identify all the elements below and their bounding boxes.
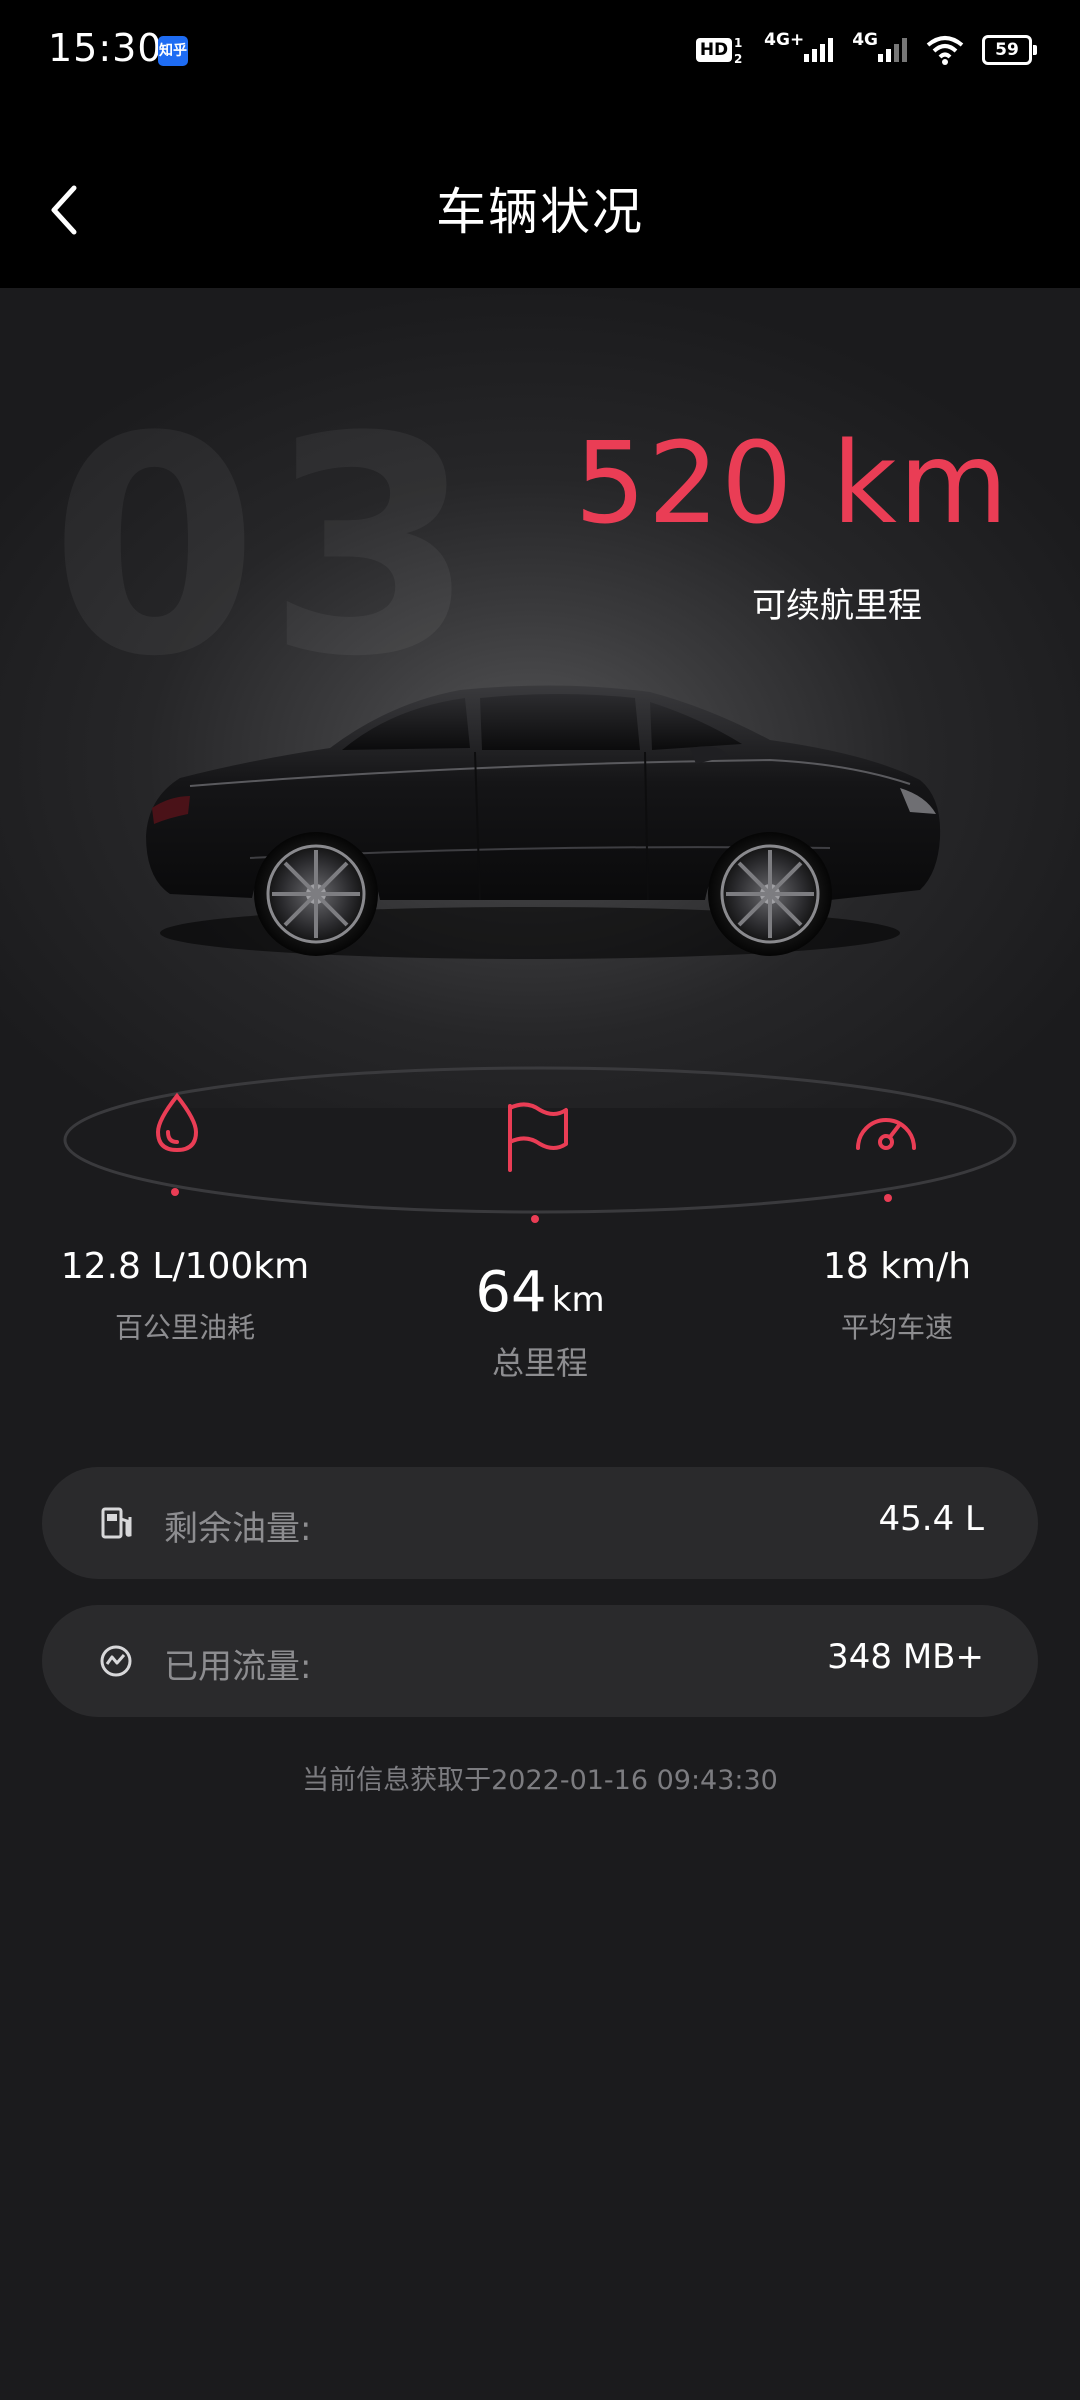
status-time: 15:30 [48, 26, 163, 70]
range-label: 可续航里程 [752, 586, 922, 626]
model-watermark: 03 [50, 373, 484, 722]
signal-bars-icon [804, 38, 834, 62]
avg-speed-label: 平均车速 [840, 1311, 953, 1344]
fuel-remaining-row: 剩余油量: 45.4 L [42, 1467, 1038, 1579]
sim-index-icon: 1 2 [734, 36, 742, 65]
status-indicators: HD 1 2 1 2 4G+ 4G [695, 28, 1037, 72]
network-type-1: 4G+ [764, 30, 805, 50]
signal-bars-icon [878, 38, 907, 62]
hd-badge: HD [695, 38, 733, 62]
fuel-pump-icon [101, 1507, 132, 1539]
drop-icon [155, 1092, 199, 1153]
flag-icon [508, 1102, 568, 1172]
svg-text:1: 1 [734, 36, 742, 50]
battery-indicator: 59 [982, 35, 1037, 65]
svg-text:2: 2 [734, 52, 742, 65]
data-usage-row: 已用流量: 348 MB+ [42, 1605, 1038, 1717]
data-usage-icon [100, 1645, 132, 1677]
total-mileage-number: 64 [475, 1260, 547, 1325]
network-type-2: 4G [852, 30, 878, 50]
data-usage-value: 348 MB+ [827, 1637, 984, 1677]
avg-speed-value: 18 km/h [822, 1246, 972, 1287]
hd-call-indicator: HD 1 2 1 2 [695, 35, 746, 65]
status-bar: 15:30 知乎 HD 1 2 1 2 4G+ [0, 0, 1080, 100]
range-value: 520 km [574, 419, 1010, 549]
vehicle-status-screen: 15:30 知乎 HD 1 2 1 2 4G+ [0, 0, 1080, 2400]
signal-sim1: 4G+ [764, 30, 834, 64]
zhihu-app-icon: 知乎 [158, 36, 188, 66]
speedometer-icon [856, 1118, 916, 1150]
total-mileage-unit: km [551, 1280, 605, 1320]
signal-sim2: 4G [852, 30, 908, 64]
data-usage-label: 已用流量: [164, 1647, 312, 1687]
fuel-remaining-value: 45.4 L [878, 1499, 984, 1539]
total-mileage-value: 64 km [380, 1260, 700, 1325]
wifi-icon [926, 36, 964, 65]
page-title: 车辆状况 [436, 183, 644, 241]
total-mileage-label: 总里程 [491, 1344, 588, 1382]
fuel-consumption-label: 百公里油耗 [114, 1311, 255, 1344]
update-timestamp: 当前信息获取于2022-01-16 09:43:30 [302, 1765, 778, 1796]
fuel-consumption-value: 12.8 L/100km [60, 1246, 310, 1287]
vehicle-hero: 03 520 km 可续航里程 [0, 288, 1080, 1108]
driving-stats: 12.8 L/100km 百公里油耗 64 km 总里程 18 km/h 平均车… [0, 1060, 1080, 1400]
fuel-remaining-label: 剩余油量: [164, 1509, 312, 1549]
app-header: 车辆状况 [0, 100, 1080, 288]
car-image [146, 685, 941, 959]
